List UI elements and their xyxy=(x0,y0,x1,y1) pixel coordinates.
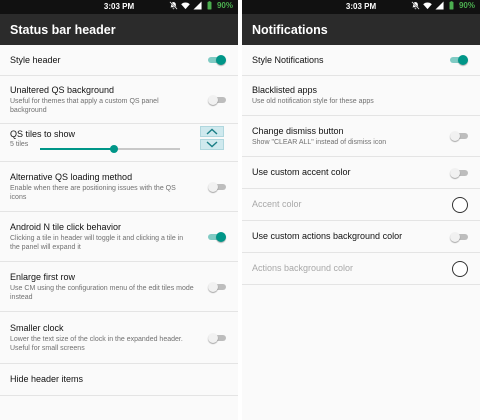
qs-tiles-stepper xyxy=(200,126,224,150)
actions-bg-color-swatch xyxy=(452,260,468,277)
row-use-custom-actions-background[interactable]: Use custom actions background color xyxy=(242,221,480,253)
battery-icon xyxy=(449,1,454,10)
accent-color-swatch xyxy=(452,196,468,213)
wifi-icon xyxy=(423,2,432,10)
row-unaltered-qs-background[interactable]: Unaltered QS background Useful for theme… xyxy=(0,76,238,124)
signal-icon xyxy=(193,1,202,10)
muted-bell-icon xyxy=(411,1,420,10)
android-n-tile-toggle[interactable] xyxy=(208,231,226,242)
battery-percent: 90% xyxy=(458,1,475,10)
style-header-toggle[interactable] xyxy=(208,55,226,65)
row-enlarge-first-row[interactable]: Enlarge first row Use CM using the confi… xyxy=(0,262,238,312)
qs-tiles-slider[interactable] xyxy=(40,144,190,154)
right-screen: 3:03 PM 90% Notifications Style Notifica… xyxy=(242,0,480,420)
decrease-button[interactable] xyxy=(200,139,224,150)
row-blacklisted-apps[interactable]: Blacklisted apps Use old notification st… xyxy=(242,76,480,116)
row-smaller-clock[interactable]: Smaller clock Lower the text size of the… xyxy=(0,312,238,364)
row-android-n-tile-click[interactable]: Android N tile click behavior Clicking a… xyxy=(0,212,238,262)
app-bar-title: Status bar header xyxy=(0,14,238,45)
battery-percent: 90% xyxy=(216,1,233,10)
chevron-down-icon xyxy=(206,141,218,148)
signal-icon xyxy=(435,1,444,10)
row-style-header[interactable]: Style header xyxy=(0,45,238,76)
header-settings-list: Style header Unaltered QS background Use… xyxy=(0,45,238,396)
muted-bell-icon xyxy=(169,1,178,10)
status-bar: 3:03 PM 90% xyxy=(0,0,238,14)
wifi-icon xyxy=(181,2,190,10)
change-dismiss-toggle[interactable] xyxy=(450,131,468,141)
status-bar: 3:03 PM 90% xyxy=(242,0,480,14)
row-accent-color: Accent color xyxy=(242,189,480,221)
row-change-dismiss-button[interactable]: Change dismiss button Show "CLEAR ALL" i… xyxy=(242,116,480,157)
row-style-notifications[interactable]: Style Notifications xyxy=(242,45,480,76)
row-use-custom-accent-color[interactable]: Use custom accent color xyxy=(242,157,480,189)
alternative-qs-toggle[interactable] xyxy=(208,181,226,192)
unaltered-qs-toggle[interactable] xyxy=(208,94,226,105)
custom-accent-toggle[interactable] xyxy=(450,167,468,178)
battery-icon xyxy=(207,1,212,10)
increase-button[interactable] xyxy=(200,126,224,137)
row-qs-tiles-to-show[interactable]: QS tiles to show 5 tiles xyxy=(0,124,238,162)
custom-actions-bg-toggle[interactable] xyxy=(450,231,468,242)
notification-settings-list: Style Notifications Blacklisted apps Use… xyxy=(242,45,480,285)
slider-thumb[interactable] xyxy=(110,145,119,153)
style-notifications-toggle[interactable] xyxy=(450,55,468,65)
row-actions-background-color: Actions background color xyxy=(242,253,480,285)
row-hide-header-items[interactable]: Hide header items xyxy=(0,364,238,396)
chevron-up-icon xyxy=(206,128,218,135)
enlarge-first-row-toggle[interactable] xyxy=(208,281,226,292)
row-alternative-qs-loading[interactable]: Alternative QS loading method Enable whe… xyxy=(0,162,238,212)
smaller-clock-toggle[interactable] xyxy=(208,332,226,343)
app-bar-title: Notifications xyxy=(242,14,480,45)
left-screen: 3:03 PM 90% Status bar header Style head… xyxy=(0,0,238,420)
